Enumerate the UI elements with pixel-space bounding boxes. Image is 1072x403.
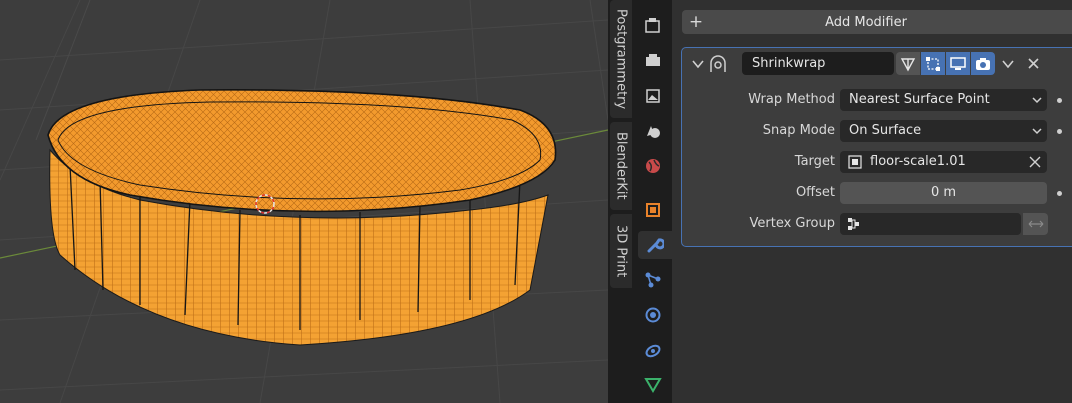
particles-icon[interactable] [638,266,668,294]
tab-3d-print[interactable]: 3D Print [610,214,632,288]
edit-mode-icon [926,56,940,71]
physics-icon[interactable] [638,301,668,329]
wrap-method-dropdown[interactable]: Nearest Surface Point [840,89,1047,111]
monitor-icon [950,56,966,70]
clear-icon[interactable] [1029,156,1041,168]
tool-icon[interactable] [638,12,668,40]
offset-label: Offset [795,185,835,200]
snap-mode-value: On Surface [849,123,922,138]
add-modifier-label: Add Modifier [825,14,907,30]
keyframe-dot[interactable] [1057,129,1062,134]
invert-vertex-group-toggle[interactable] [1023,213,1048,235]
viewport-canvas[interactable] [0,0,608,403]
wrap-method-label: Wrap Method [748,92,835,107]
wrap-method-value: Nearest Surface Point [849,92,990,107]
chevron-down-icon [1032,97,1042,104]
offset-field[interactable]: 0 m [840,182,1047,204]
render-toggle[interactable] [971,52,995,75]
keyframe-dot[interactable] [1057,191,1062,196]
tab-blenderkit[interactable]: BlenderKit [610,122,632,210]
chevron-down-icon [1032,128,1042,135]
tab-3d-print-label: 3D Print [613,224,629,278]
data-icon[interactable] [638,371,668,399]
modifier-name-field[interactable]: Shrinkwrap [742,52,894,75]
snap-mode-label: Snap Mode [762,123,835,138]
constraints-icon[interactable] [638,336,668,364]
cage-icon [900,57,916,71]
sidebar-tab-strip: Postgrammetry BlenderKit 3D Print [608,0,632,403]
add-modifier-button[interactable]: + Add Modifier [682,10,1072,34]
vertex-group-field[interactable] [840,213,1021,235]
3d-viewport[interactable] [0,0,608,403]
edit-mode-toggle[interactable] [921,52,945,75]
tab-postgrammetry-label: Postgrammetry [613,8,629,110]
modifier-menu-chevron-icon[interactable] [1001,58,1015,70]
tab-blenderkit-label: BlenderKit [613,132,629,200]
properties-tab-column [632,0,672,403]
render-icon[interactable] [638,47,668,75]
collapse-chevron-icon[interactable] [692,59,704,69]
plus-icon: + [688,12,704,32]
target-value: floor-scale1.01 [870,154,966,169]
target-label: Target [794,154,835,169]
invert-arrows-icon [1028,220,1043,228]
close-icon[interactable] [1027,57,1040,70]
modifier-wrench-icon[interactable] [638,231,672,259]
tab-postgrammetry[interactable]: Postgrammetry [610,0,632,118]
snap-mode-dropdown[interactable]: On Surface [840,120,1047,142]
realtime-toggle[interactable] [946,52,970,75]
vertex-group-icon [848,218,859,230]
shrinkwrap-modifier-panel: Shrinkwrap Wrap Method Nearest Surface P… [681,47,1072,247]
camera-icon [976,57,990,70]
shrinkwrap-modifier-icon [710,55,726,72]
mesh-object-icon [848,155,862,169]
edit-cage-toggle[interactable] [896,52,920,75]
target-field[interactable]: floor-scale1.01 [840,151,1047,173]
vertex-group-label: Vertex Group [749,216,836,231]
properties-editor: + Add Modifier Shrinkwrap Wrap Method Ne… [672,0,1072,403]
keyframe-dot[interactable] [1057,98,1062,103]
